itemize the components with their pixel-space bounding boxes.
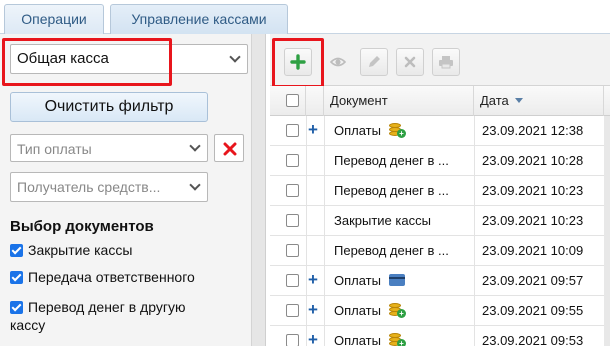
coins-add-icon: + bbox=[387, 333, 406, 346]
checkbox-close-cashbox[interactable]: Закрытие кассы bbox=[10, 242, 132, 258]
date-cell: 23.09.2021 10:28 bbox=[482, 153, 584, 168]
print-button[interactable] bbox=[432, 48, 460, 76]
checkbox-transfer-money[interactable]: Перевод денег в другую кассу bbox=[10, 298, 220, 334]
expand-icon[interactable]: + bbox=[308, 330, 318, 346]
table-row[interactable]: Перевод денег в ... 23.09.2021 10:09 bbox=[270, 236, 610, 266]
checkbox-label: Перевод денег в другую кассу bbox=[10, 299, 186, 333]
sort-desc-icon bbox=[515, 98, 524, 103]
document-name: Оплаты bbox=[334, 123, 381, 138]
row-checkbox[interactable] bbox=[286, 244, 299, 257]
checkbox-checked-icon[interactable] bbox=[10, 271, 23, 284]
row-checkbox[interactable] bbox=[286, 304, 299, 317]
document-name: Перевод денег в ... bbox=[334, 153, 449, 168]
column-date-label: Дата bbox=[480, 93, 509, 108]
column-document[interactable]: Документ bbox=[324, 86, 474, 116]
document-name: Оплаты bbox=[334, 303, 381, 318]
clear-filter-button[interactable]: Очистить фильтр bbox=[10, 92, 208, 122]
date-cell: 23.09.2021 09:53 bbox=[482, 333, 584, 346]
table-row[interactable]: + Оплаты +23.09.2021 09:53 bbox=[270, 326, 610, 346]
table-row[interactable]: + Оплаты +23.09.2021 09:55 bbox=[270, 296, 610, 326]
expand-icon[interactable]: + bbox=[308, 300, 318, 320]
document-name: Перевод денег в ... bbox=[334, 183, 449, 198]
grid-header: Документ Дата bbox=[270, 86, 610, 116]
document-cell: Оплаты + bbox=[334, 326, 470, 346]
edit-icon bbox=[369, 56, 380, 67]
document-cell: Оплаты + bbox=[334, 296, 470, 326]
checkbox-label: Передача ответственного bbox=[28, 269, 195, 285]
expand-icon[interactable]: + bbox=[308, 270, 318, 290]
date-cell: 23.09.2021 09:55 bbox=[482, 303, 584, 318]
coins-add-icon: + bbox=[387, 303, 406, 318]
row-checkbox[interactable] bbox=[286, 274, 299, 287]
tab-operations[interactable]: Операции bbox=[4, 4, 104, 34]
table-row[interactable]: Перевод денег в ... 23.09.2021 10:28 bbox=[270, 146, 610, 176]
highlight-box bbox=[272, 38, 324, 88]
checkbox-transfer-responsible[interactable]: Передача ответственного bbox=[10, 269, 195, 285]
filter-panel: Общая касса Очистить фильтр Тип оплаты П… bbox=[0, 34, 266, 346]
checkbox-checked-icon[interactable] bbox=[10, 301, 23, 314]
document-cell: Оплаты + bbox=[334, 116, 470, 146]
table-row[interactable]: Перевод денег в ... 23.09.2021 10:23 bbox=[270, 176, 610, 206]
checkbox-checked-icon[interactable] bbox=[10, 244, 23, 257]
close-icon bbox=[223, 142, 237, 156]
filter-panel-scrollbar[interactable] bbox=[251, 34, 265, 346]
row-checkbox[interactable] bbox=[286, 184, 299, 197]
payment-type-select[interactable]: Тип оплаты bbox=[10, 134, 208, 162]
tab-bar: Операции Управление кассами bbox=[0, 0, 610, 34]
document-name: Оплаты bbox=[334, 333, 381, 346]
date-cell: 23.09.2021 09:57 bbox=[482, 273, 584, 288]
chevron-down-icon bbox=[189, 179, 201, 191]
print-icon bbox=[439, 56, 453, 69]
select-all-checkbox[interactable] bbox=[286, 94, 299, 107]
row-checkbox[interactable] bbox=[286, 154, 299, 167]
coins-add-icon: + bbox=[387, 123, 406, 138]
column-date[interactable]: Дата bbox=[474, 86, 604, 116]
payment-type-placeholder: Тип оплаты bbox=[17, 141, 92, 157]
chevron-down-icon bbox=[189, 140, 201, 152]
document-cell: Оплаты bbox=[334, 266, 470, 296]
delete-icon bbox=[404, 56, 416, 68]
date-cell: 23.09.2021 12:38 bbox=[482, 123, 584, 138]
recipient-select[interactable]: Получатель средств... bbox=[10, 172, 208, 202]
recipient-placeholder: Получатель средств... bbox=[17, 179, 161, 195]
documents-panel: Документ Дата + Оплаты +23.09.2021 12:38 Пе… bbox=[270, 34, 610, 346]
row-checkbox[interactable] bbox=[286, 214, 299, 227]
delete-button[interactable] bbox=[396, 48, 424, 76]
date-cell: 23.09.2021 10:09 bbox=[482, 243, 584, 258]
table-row[interactable]: + Оплаты 23.09.2021 09:57 bbox=[270, 266, 610, 296]
document-cell: Перевод денег в ... bbox=[334, 146, 470, 176]
row-checkbox[interactable] bbox=[286, 124, 299, 137]
chevron-down-icon bbox=[229, 51, 241, 63]
card-icon bbox=[388, 274, 405, 286]
view-icon bbox=[330, 57, 346, 67]
highlight-box bbox=[2, 38, 172, 86]
document-name: Закрытие кассы bbox=[334, 213, 431, 228]
checkbox-label: Закрытие кассы bbox=[28, 242, 133, 258]
tab-cashbox-management[interactable]: Управление кассами bbox=[110, 4, 288, 34]
expand-column bbox=[306, 86, 324, 116]
view-button[interactable] bbox=[324, 48, 352, 76]
select-all-column bbox=[270, 86, 306, 116]
table-row[interactable]: Закрытие кассы 23.09.2021 10:23 bbox=[270, 206, 610, 236]
document-selection-title: Выбор документов bbox=[10, 218, 154, 235]
clear-payment-type-button[interactable] bbox=[214, 134, 244, 162]
document-name: Перевод денег в ... bbox=[334, 243, 449, 258]
expand-icon[interactable]: + bbox=[308, 120, 318, 140]
row-checkbox[interactable] bbox=[286, 334, 299, 346]
document-cell: Перевод денег в ... bbox=[334, 236, 470, 266]
table-row[interactable]: + Оплаты +23.09.2021 12:38 bbox=[270, 116, 610, 146]
date-cell: 23.09.2021 10:23 bbox=[482, 183, 584, 198]
document-cell: Перевод денег в ... bbox=[334, 176, 470, 206]
grid-scrollbar[interactable] bbox=[604, 116, 610, 346]
document-name: Оплаты bbox=[334, 273, 381, 288]
date-cell: 23.09.2021 10:23 bbox=[482, 213, 584, 228]
documents-grid: Документ Дата + Оплаты +23.09.2021 12:38 Пе… bbox=[270, 86, 610, 346]
document-cell: Закрытие кассы bbox=[334, 206, 470, 236]
edit-button[interactable] bbox=[360, 48, 388, 76]
